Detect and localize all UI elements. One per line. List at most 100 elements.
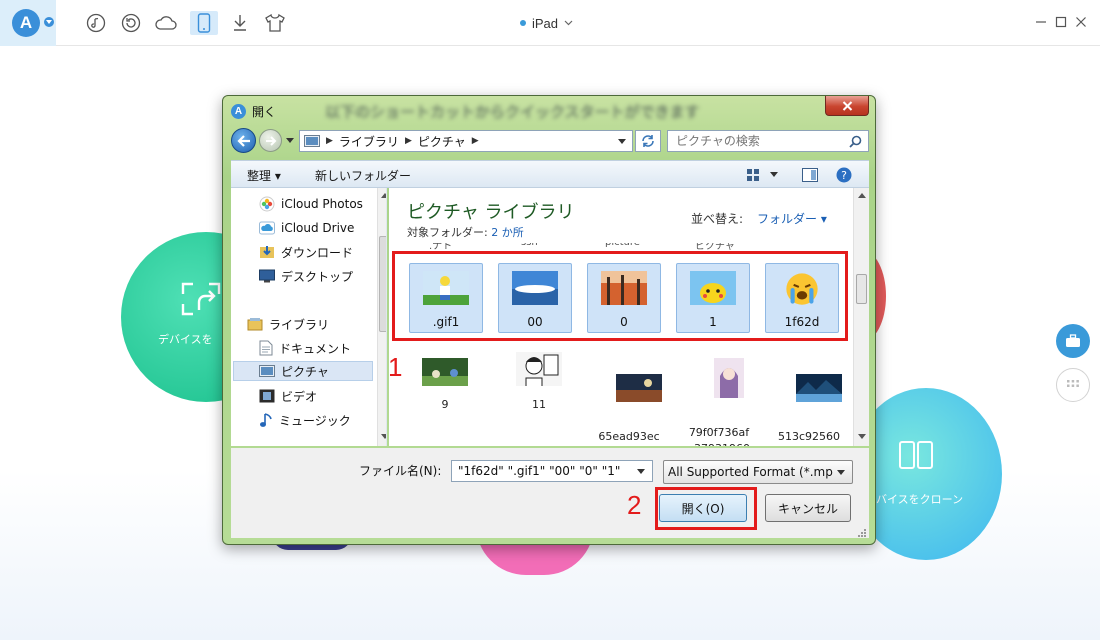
nav-item-music[interactable]: ミュージック — [259, 410, 351, 430]
logo-icon: A — [12, 9, 40, 37]
refresh-button[interactable] — [635, 130, 661, 152]
navigation-pane: iCloud Photos iCloud Drive ダウンロード デスクトップ… — [231, 188, 387, 446]
scroll-down-icon[interactable] — [381, 434, 387, 439]
nav-scrollbar[interactable] — [377, 188, 387, 446]
nav-item-label: ドキュメント — [279, 341, 352, 356]
file-item-65ead93ec[interactable]: 65ead93ec f2f89ade1 84426cf45 4e4bf — [589, 358, 669, 446]
resize-grip-icon[interactable] — [857, 528, 867, 538]
library-icon — [247, 318, 263, 331]
chevron-down-icon[interactable] — [634, 464, 648, 478]
cancel-button[interactable]: キャンセル — [765, 494, 851, 522]
connected-dot-icon — [520, 20, 526, 26]
maximize-icon[interactable] — [1054, 14, 1068, 30]
history-dropdown[interactable] — [285, 136, 295, 146]
scroll-up-icon[interactable] — [381, 193, 387, 198]
nav-item-label: iCloud Drive — [281, 221, 355, 235]
library-subtitle: 対象フォルダー: 2 か所 — [407, 224, 524, 240]
file-name: 79f0f736af c37931960 9e829e9c4 b74543a — [688, 426, 750, 446]
library-subtitle-label: 対象フォルダー: — [407, 226, 488, 239]
file-name: 65ead93ec f2f89ade1 84426cf45 4e4bf — [598, 430, 660, 443]
help-icon[interactable]: ? — [835, 166, 853, 184]
minimize-icon[interactable] — [1034, 14, 1048, 30]
nav-item-downloads[interactable]: ダウンロード — [259, 242, 353, 262]
breadcrumb-pictures[interactable]: ピクチャ — [418, 133, 466, 150]
close-icon[interactable] — [1074, 14, 1088, 30]
filename-field[interactable]: "1f62d" ".gif1" "00" "0" "1" — [451, 460, 653, 482]
device-selector[interactable]: iPad — [520, 14, 573, 32]
dialog-title: 開く — [252, 104, 277, 119]
breadcrumb-separator: ▶ — [471, 136, 479, 146]
search-input[interactable] — [676, 134, 846, 148]
content-scrollbar[interactable] — [853, 188, 869, 446]
dialog-footer: ファイル名(N): "1f62d" ".gif1" "00" "0" "1" A… — [231, 448, 869, 538]
filename-value[interactable]: "1f62d" ".gif1" "00" "0" "1" — [458, 464, 620, 478]
search-field[interactable] — [667, 130, 869, 152]
sort-dropdown[interactable]: フォルダー ▾ — [757, 210, 827, 227]
scroll-down-icon[interactable] — [858, 434, 866, 439]
nav-item-desktop[interactable]: デスクトップ — [259, 266, 353, 286]
view-options-icon[interactable] — [745, 166, 763, 184]
backup-icon[interactable] — [117, 11, 145, 35]
nav-item-videos[interactable]: ビデオ — [259, 386, 317, 406]
videos-icon — [259, 389, 275, 403]
scrollbar-thumb[interactable] — [379, 236, 386, 332]
chevron-down-icon[interactable] — [44, 17, 54, 27]
toolbox-button[interactable] — [1056, 324, 1090, 358]
nav-item-label: iCloud Photos — [281, 197, 363, 211]
nav-item-icloud-drive[interactable]: iCloud Drive — [259, 218, 354, 238]
transfer-icon — [181, 282, 221, 316]
annotation-box-2 — [655, 487, 757, 530]
command-bar: 整理 ▾ 新しいフォルダー ? — [231, 160, 869, 188]
breadcrumb-library[interactable]: ライブラリ — [339, 133, 399, 150]
file-item-9[interactable]: 9 — [405, 358, 485, 413]
file-item-513c92560[interactable]: 513c92560 f47910ef7f 1b433cb4a 30f7 — [769, 358, 849, 446]
chevron-down-icon — [286, 138, 294, 143]
nav-item-pictures[interactable]: ピクチャ — [233, 361, 373, 381]
preview-pane-icon[interactable] — [801, 166, 819, 184]
device-name: iPad — [532, 15, 559, 31]
address-row: ▶ ライブラリ ▶ ピクチャ ▶ — [231, 128, 869, 154]
filename-label: ファイル名(N): — [359, 464, 442, 478]
more-button[interactable] — [1056, 368, 1090, 402]
search-icon[interactable] — [849, 135, 862, 148]
nav-item-label: ライブラリ — [269, 317, 330, 332]
anime-girl-thumbnail — [714, 358, 745, 398]
chevron-down-icon — [837, 470, 845, 475]
file-type-select[interactable]: All Supported Format (*.mp — [663, 460, 853, 484]
app-logo[interactable]: A — [0, 0, 56, 46]
scrollbar-thumb[interactable] — [856, 274, 867, 304]
organize-menu[interactable]: 整理 ▾ — [247, 167, 281, 184]
documents-icon — [259, 340, 273, 356]
clone-label: バイスをクローン — [876, 493, 964, 506]
file-item-11[interactable]: 11 — [499, 352, 579, 413]
chevron-down-icon[interactable] — [618, 139, 626, 145]
arrow-left-icon — [236, 134, 250, 147]
file-name: 513c92560 f47910ef7f 1b433cb4a 30f7 — [777, 430, 841, 443]
cut-off-row: .ナトsshpictureピクチャ — [429, 243, 735, 251]
address-bar[interactable]: ▶ ライブラリ ▶ ピクチャ ▶ — [299, 130, 633, 152]
scroll-up-icon[interactable] — [858, 193, 866, 198]
desktop-icon — [259, 269, 275, 283]
downloads-folder-icon — [260, 246, 274, 258]
view-dropdown-icon[interactable] — [765, 166, 783, 184]
forest-thumbnail — [422, 358, 468, 386]
device-icon[interactable] — [190, 11, 218, 35]
breadcrumb-separator: ▶ — [326, 136, 333, 146]
new-folder-button[interactable]: 新しいフォルダー — [315, 167, 411, 184]
close-icon — [842, 100, 852, 111]
forward-button[interactable] — [259, 129, 282, 152]
nav-item-documents[interactable]: ドキュメント — [259, 338, 351, 358]
nav-item-libraries[interactable]: ライブラリ — [247, 314, 329, 334]
back-button[interactable] — [231, 128, 256, 153]
tshirt-icon[interactable] — [261, 11, 289, 35]
app-logo-icon: A — [231, 103, 246, 119]
file-item-79f0f736af[interactable]: 79f0f736af c37931960 9e829e9c4 b74543a — [679, 342, 759, 446]
annotation-step-2: 2 — [627, 490, 642, 520]
dialog-close-button[interactable] — [825, 96, 869, 116]
music-icon[interactable] — [82, 11, 110, 35]
annotation-step-1: 1 — [388, 352, 403, 382]
cloud-icon[interactable] — [152, 11, 180, 35]
download-icon[interactable] — [226, 11, 254, 35]
nav-item-icloud-photos[interactable]: iCloud Photos — [259, 194, 363, 214]
locations-link[interactable]: 2 か所 — [491, 226, 524, 239]
